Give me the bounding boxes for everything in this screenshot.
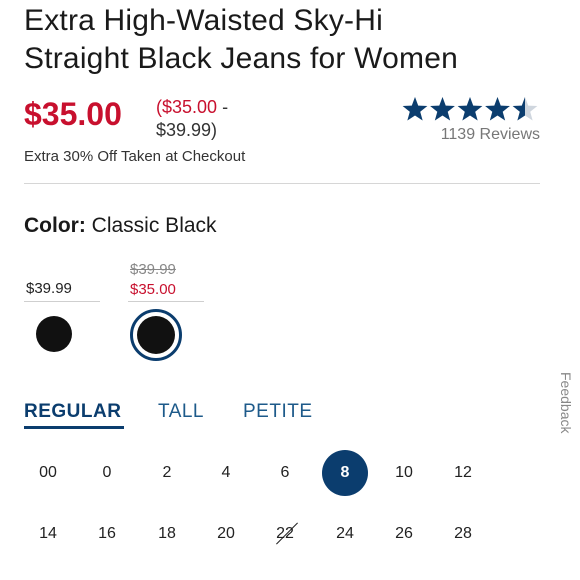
swatch-old-price: $39.99 — [130, 261, 176, 278]
size-option-selected[interactable]: 8 — [322, 450, 368, 496]
black-swatch[interactable] — [36, 316, 72, 352]
star-rating[interactable] — [402, 96, 542, 122]
star-filled-icon — [485, 97, 510, 121]
tab-petite[interactable]: PETITE — [243, 401, 313, 423]
swatch-price: $39.99 — [26, 280, 72, 297]
price-range-high: $39.99) — [156, 120, 218, 140]
swatch-price-2: $39.99 $35.00 — [128, 258, 204, 302]
size-option[interactable]: 28 — [440, 511, 486, 557]
product-title-line2: Straight Black Jeans for Women — [24, 42, 458, 75]
black-swatch-selected[interactable] — [130, 309, 182, 361]
color-label-key: Color: — [24, 214, 86, 237]
tab-tall[interactable]: TALL — [158, 401, 204, 423]
price-range: ($35.00 - $39.99) — [156, 96, 266, 142]
swatch-price-1: $39.99 — [24, 258, 100, 302]
reviews-link[interactable]: 1139 Reviews — [404, 126, 540, 144]
active-tab-indicator — [24, 426, 124, 429]
sale-price: $35.00 — [24, 96, 122, 132]
size-option[interactable]: 24 — [322, 511, 368, 557]
size-option[interactable]: 14 — [25, 511, 71, 557]
feedback-tab[interactable]: Feedback — [556, 372, 580, 452]
star-filled-icon — [430, 97, 455, 121]
tab-regular[interactable]: REGULAR — [24, 401, 121, 423]
size-option[interactable]: 20 — [203, 511, 249, 557]
price-range-separator: - — [217, 97, 229, 117]
product-title: Extra High-Waisted Sky-Hi Straight Black… — [24, 2, 554, 78]
swatch-fill — [137, 316, 175, 354]
star-filled-icon — [457, 97, 483, 121]
size-option[interactable]: 2 — [144, 450, 190, 496]
size-option[interactable]: 26 — [381, 511, 427, 557]
size-option[interactable]: 12 — [440, 450, 486, 496]
size-option-unavailable[interactable]: 22 — [262, 511, 308, 557]
color-selected-name: Classic Black — [91, 214, 217, 237]
price-range-low: ($35.00 — [156, 97, 218, 117]
swatch-sale-price: $35.00 — [130, 281, 176, 298]
divider — [24, 183, 540, 184]
product-title-line1: Extra High-Waisted Sky-Hi — [24, 4, 383, 37]
size-option[interactable]: 16 — [84, 511, 130, 557]
feedback-label: Feedback — [558, 372, 574, 434]
size-option[interactable]: 6 — [262, 450, 308, 496]
size-option[interactable]: 18 — [144, 511, 190, 557]
size-option[interactable]: 00 — [25, 450, 71, 496]
size-option[interactable]: 0 — [84, 450, 130, 496]
star-filled-icon — [402, 97, 428, 121]
promo-text: Extra 30% Off Taken at Checkout — [24, 148, 246, 165]
size-option[interactable]: 10 — [381, 450, 427, 496]
size-option[interactable]: 4 — [203, 450, 249, 496]
color-label: Color: Classic Black — [24, 214, 217, 238]
